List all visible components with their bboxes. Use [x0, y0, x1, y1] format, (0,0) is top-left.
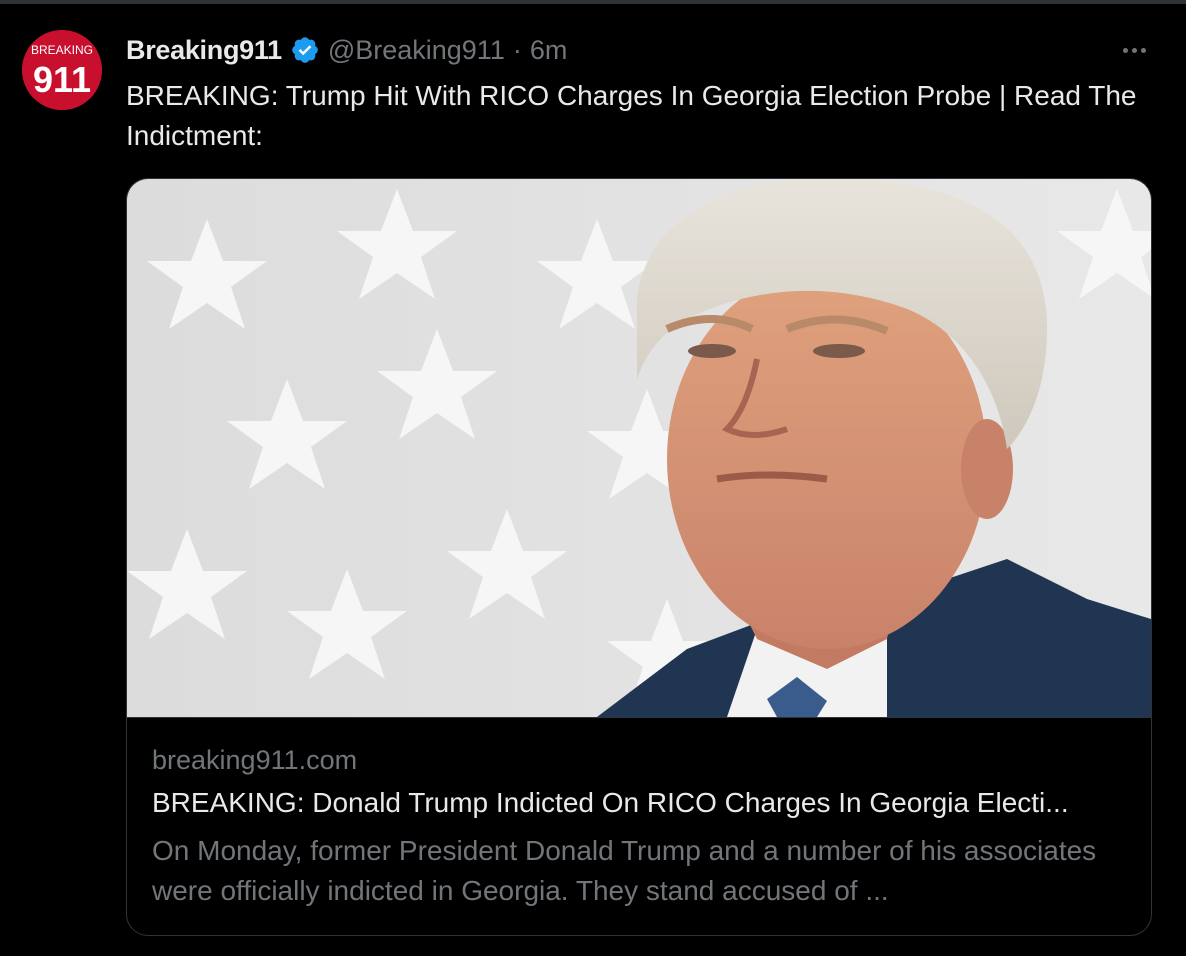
more-horizontal-icon[interactable] — [1118, 36, 1150, 64]
link-card[interactable]: breaking911.com BREAKING: Donald Trump I… — [126, 178, 1152, 936]
timestamp[interactable]: 6m — [530, 35, 568, 66]
tweet-text: BREAKING: Trump Hit With RICO Charges In… — [126, 80, 1137, 151]
verified-badge-icon[interactable] — [290, 35, 320, 65]
user-handle[interactable]: @Breaking911 — [328, 35, 505, 66]
svg-text:BREAKING: BREAKING — [31, 43, 93, 57]
card-image[interactable] — [127, 179, 1151, 718]
card-domain[interactable]: breaking911.com — [152, 745, 357, 776]
tweet-header: Breaking911 @Breaking911 · 6m — [126, 32, 567, 68]
display-name[interactable]: Breaking911 — [126, 35, 282, 66]
avatar[interactable]: BREAKING 911 — [22, 30, 102, 110]
card-title[interactable]: BREAKING: Donald Trump Indicted On RICO … — [152, 787, 1132, 819]
top-divider — [0, 0, 1186, 4]
card-description[interactable]: On Monday, former President Donald Trump… — [152, 831, 1127, 911]
separator-dot: · — [512, 34, 522, 65]
svg-text:911: 911 — [33, 59, 91, 100]
breaking911-logo-icon: BREAKING 911 — [22, 30, 102, 110]
